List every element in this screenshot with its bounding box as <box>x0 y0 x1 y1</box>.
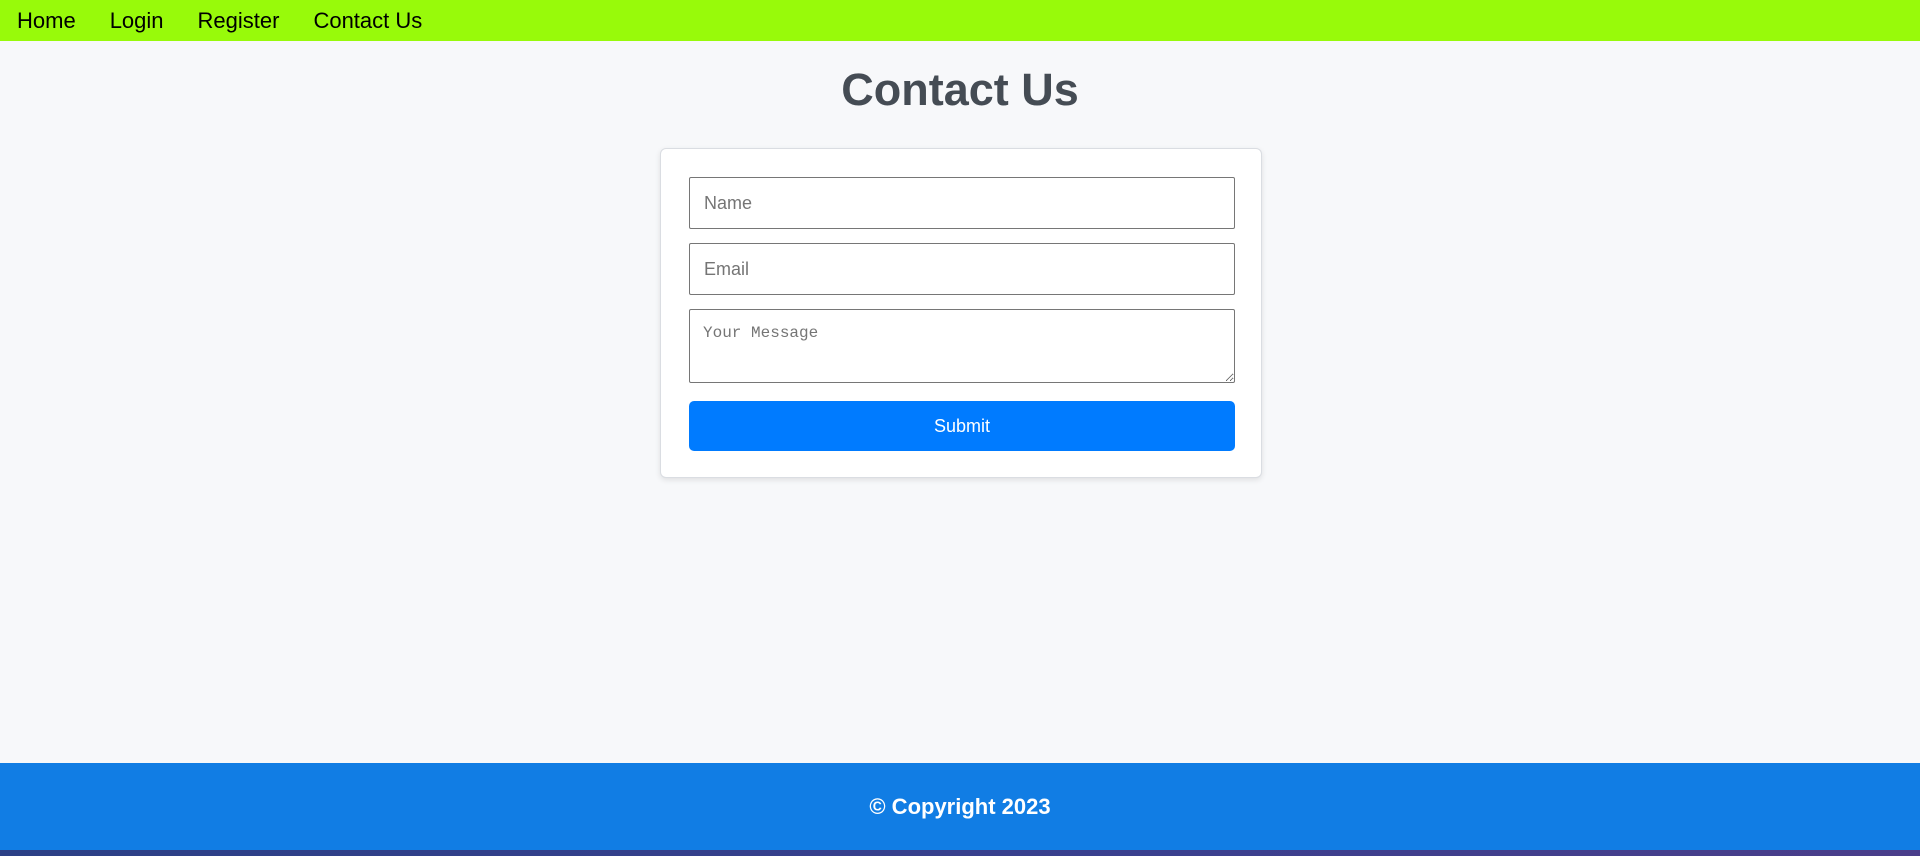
copyright-text: © Copyright 2023 <box>869 793 1051 819</box>
submit-button[interactable]: Submit <box>689 401 1235 451</box>
bottom-strip <box>0 850 1920 856</box>
name-input[interactable] <box>689 177 1235 229</box>
nav-link-register[interactable]: Register <box>181 0 297 41</box>
email-input[interactable] <box>689 243 1235 295</box>
contact-form-card: Submit <box>660 148 1262 478</box>
nav-link-contact-us[interactable]: Contact Us <box>296 0 439 41</box>
message-textarea[interactable] <box>689 309 1235 383</box>
top-nav: Home Login Register Contact Us <box>0 0 1920 41</box>
nav-link-login[interactable]: Login <box>93 0 181 41</box>
footer: © Copyright 2023 <box>0 763 1920 850</box>
page: Home Login Register Contact Us Contact U… <box>0 0 1920 856</box>
page-title: Contact Us <box>841 64 1079 115</box>
nav-link-home[interactable]: Home <box>0 0 93 41</box>
